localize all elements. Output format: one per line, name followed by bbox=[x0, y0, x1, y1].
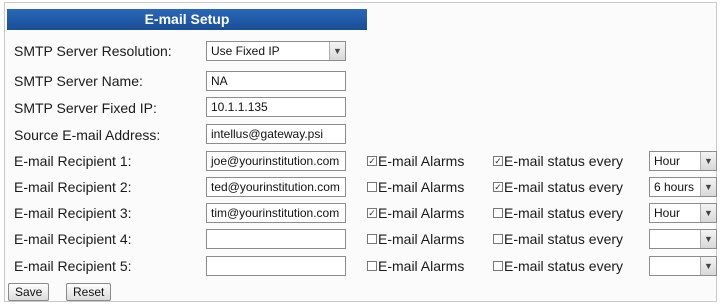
save-button[interactable]: Save bbox=[8, 283, 50, 301]
recipient-email-input[interactable]: tim@yourinstitution.com bbox=[206, 203, 346, 223]
email-status-label: E-mail status every bbox=[504, 258, 624, 274]
status-interval-select[interactable]: Hour ▼ bbox=[649, 203, 717, 223]
recipient-label: E-mail Recipient 1: bbox=[14, 153, 132, 169]
email-status-checkbox[interactable] bbox=[493, 261, 503, 271]
status-interval-select[interactable]: ▼ bbox=[649, 256, 717, 276]
status-interval-value: 6 hours bbox=[654, 180, 695, 194]
chevron-down-icon: ▼ bbox=[700, 230, 716, 248]
email-status-checkbox[interactable]: ✓ bbox=[493, 156, 503, 166]
email-alarms-label: E-mail Alarms bbox=[378, 153, 465, 169]
chevron-down-icon: ▼ bbox=[700, 257, 716, 275]
email-status-label: E-mail status every bbox=[504, 231, 624, 247]
recipient-email-input[interactable]: joe@yourinstitution.com bbox=[206, 151, 346, 171]
email-alarms-checkbox[interactable] bbox=[367, 182, 377, 192]
smtp-resolution-select[interactable]: Use Fixed IP ▼ bbox=[206, 41, 346, 61]
email-alarms-checkbox[interactable] bbox=[367, 234, 377, 244]
recipient-label: E-mail Recipient 4: bbox=[14, 231, 132, 247]
status-interval-select[interactable]: 6 hours ▼ bbox=[649, 177, 717, 197]
smtp-fixed-ip-label: SMTP Server Fixed IP: bbox=[14, 100, 157, 116]
chevron-down-icon: ▼ bbox=[700, 204, 716, 222]
reset-button[interactable]: Reset bbox=[66, 283, 112, 301]
smtp-resolution-label: SMTP Server Resolution: bbox=[14, 43, 172, 59]
email-alarms-label: E-mail Alarms bbox=[378, 258, 465, 274]
status-interval-value: Hour bbox=[654, 206, 681, 220]
recipient-email-input[interactable] bbox=[206, 229, 346, 249]
status-interval-select[interactable]: ▼ bbox=[649, 229, 717, 249]
smtp-resolution-value: Use Fixed IP bbox=[211, 44, 280, 58]
email-alarms-checkbox[interactable]: ✓ bbox=[367, 208, 377, 218]
chevron-down-icon: ▼ bbox=[329, 42, 345, 60]
recipient-label: E-mail Recipient 3: bbox=[14, 205, 132, 221]
status-interval-value: Hour bbox=[654, 154, 681, 168]
smtp-fixed-ip-input[interactable]: 10.1.1.135 bbox=[206, 97, 346, 117]
recipient-label: E-mail Recipient 2: bbox=[14, 179, 132, 195]
recipient-label: E-mail Recipient 5: bbox=[14, 258, 132, 274]
email-status-label: E-mail status every bbox=[504, 153, 624, 169]
email-status-checkbox[interactable] bbox=[493, 234, 503, 244]
page-title: E-mail Setup bbox=[7, 9, 367, 30]
email-alarms-label: E-mail Alarms bbox=[378, 205, 465, 221]
recipient-email-input[interactable] bbox=[206, 256, 346, 276]
email-alarms-checkbox[interactable] bbox=[367, 261, 377, 271]
recipient-email-input[interactable]: ted@yourinstitution.com bbox=[206, 177, 346, 197]
status-interval-select[interactable]: Hour ▼ bbox=[649, 151, 717, 171]
email-alarms-checkbox[interactable]: ✓ bbox=[367, 156, 377, 166]
email-alarms-label: E-mail Alarms bbox=[378, 231, 465, 247]
email-status-label: E-mail status every bbox=[504, 205, 624, 221]
email-status-label: E-mail status every bbox=[504, 179, 624, 195]
smtp-server-name-label: SMTP Server Name: bbox=[14, 73, 143, 89]
email-alarms-label: E-mail Alarms bbox=[378, 179, 465, 195]
smtp-server-name-input[interactable]: NA bbox=[206, 71, 346, 91]
source-email-input[interactable]: intellus@gateway.psi bbox=[206, 124, 346, 144]
email-status-checkbox[interactable]: ✓ bbox=[493, 182, 503, 192]
source-email-label: Source E-mail Address: bbox=[14, 127, 161, 143]
chevron-down-icon: ▼ bbox=[700, 152, 716, 170]
chevron-down-icon: ▼ bbox=[700, 178, 716, 196]
email-status-checkbox[interactable] bbox=[493, 208, 503, 218]
